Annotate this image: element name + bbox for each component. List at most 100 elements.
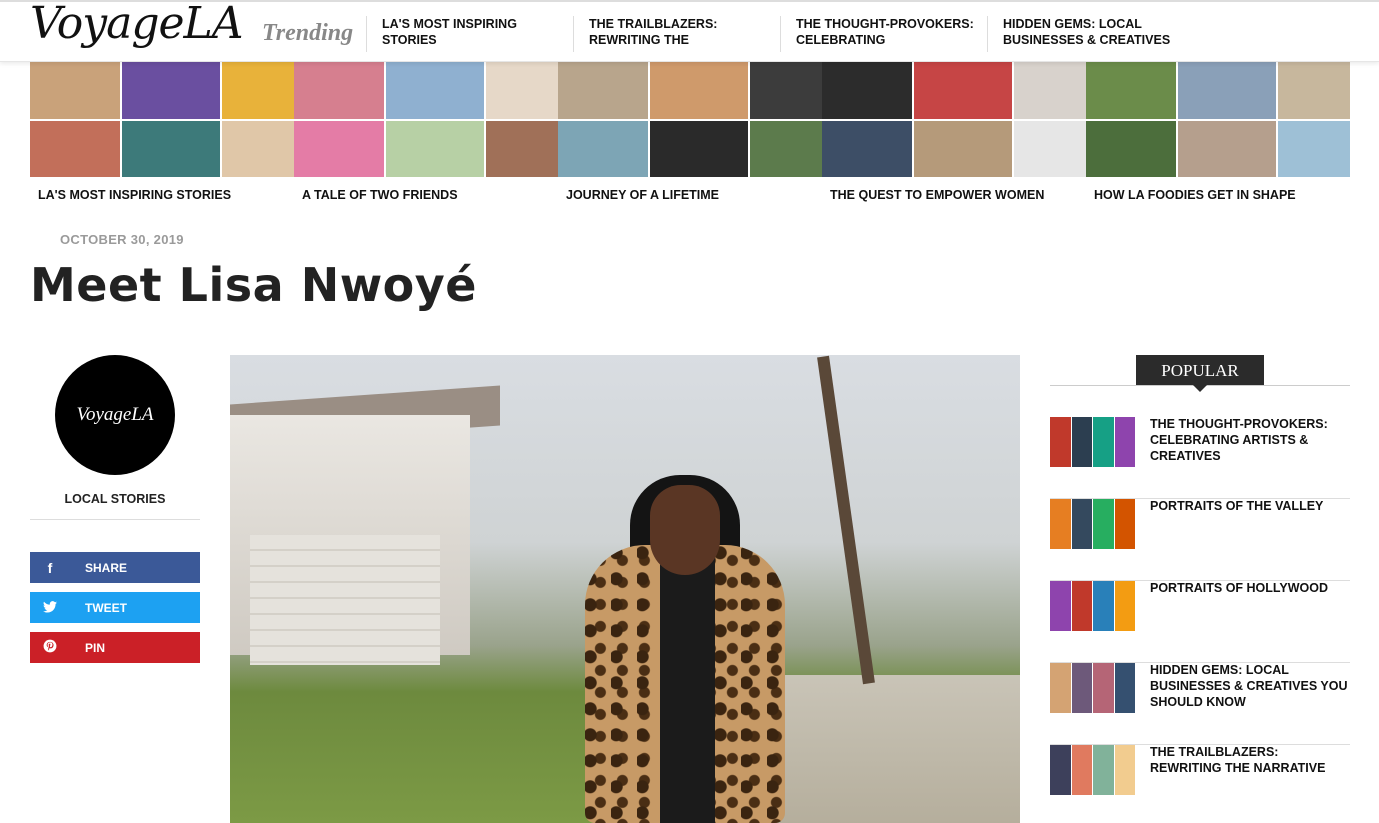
feature-title[interactable]: THE QUEST TO EMPOWER WOMEN bbox=[830, 188, 1044, 202]
popular-thumbnail[interactable] bbox=[1050, 745, 1135, 795]
collage-tile bbox=[121, 62, 221, 119]
thumbnail-tile bbox=[1050, 417, 1071, 467]
popular-item-title[interactable]: THE TRAILBLAZERS: REWRITING THE NARRATIV… bbox=[1150, 744, 1350, 776]
collage-tile bbox=[486, 62, 558, 119]
trending-label: Trending bbox=[262, 20, 354, 46]
feature-image[interactable] bbox=[30, 62, 294, 177]
popular-item-title[interactable]: PORTRAITS OF THE VALLEY bbox=[1150, 498, 1350, 514]
collage-tile bbox=[750, 62, 822, 119]
article-title: Meet Lisa Nwoyé bbox=[30, 258, 477, 312]
article-hero-photo bbox=[230, 355, 1020, 823]
thumbnail-tile bbox=[1114, 499, 1135, 549]
feature-title[interactable]: JOURNEY OF A LIFETIME bbox=[566, 188, 719, 202]
author-avatar[interactable]: VoyageLA bbox=[55, 355, 175, 475]
share-label: TWEET bbox=[85, 600, 127, 615]
feature-title[interactable]: LA'S MOST INSPIRING STORIES bbox=[38, 188, 231, 202]
popular-item-title[interactable]: HIDDEN GEMS: LOCAL BUSINESSES & CREATIVE… bbox=[1150, 662, 1350, 710]
popular-thumbnail[interactable] bbox=[1050, 581, 1135, 631]
feature-title[interactable]: HOW LA FOODIES GET IN SHAPE bbox=[1094, 188, 1296, 202]
thumbnail-tile bbox=[1050, 581, 1071, 631]
thumbnail-tile bbox=[1114, 663, 1135, 713]
article-date: OCTOBER 30, 2019 bbox=[60, 232, 184, 247]
share-twitter-button[interactable]: TWEET bbox=[30, 592, 200, 623]
popular-item-title[interactable]: THE THOUGHT-PROVOKERS: CELEBRATING ARTIS… bbox=[1150, 416, 1350, 464]
collage-tile bbox=[1014, 120, 1086, 177]
thumbnail-tile bbox=[1093, 417, 1114, 467]
popular-item-title[interactable]: PORTRAITS OF HOLLYWOOD bbox=[1150, 580, 1350, 596]
collage-tile bbox=[121, 120, 221, 177]
feature-card[interactable]: THE QUEST TO EMPOWER WOMEN bbox=[822, 62, 1086, 212]
collage-tile bbox=[30, 120, 120, 177]
thumbnail-tile bbox=[1093, 581, 1114, 631]
category-label[interactable]: LOCAL STORIES bbox=[30, 492, 200, 506]
collage-tile bbox=[486, 120, 558, 177]
thumbnail-tile bbox=[1071, 663, 1092, 713]
facebook-icon: f bbox=[47, 559, 53, 576]
collage-tile bbox=[558, 62, 648, 119]
popular-thumbnail[interactable] bbox=[1050, 663, 1135, 713]
black-shirt bbox=[660, 550, 715, 823]
pinterest-icon bbox=[30, 639, 70, 656]
thumbnail-tile bbox=[1050, 663, 1071, 713]
collage-tile bbox=[649, 120, 749, 177]
garage-door bbox=[250, 535, 440, 665]
collage-tile bbox=[385, 120, 485, 177]
thumbnail-tile bbox=[1093, 663, 1114, 713]
popular-thumbnail[interactable] bbox=[1050, 417, 1135, 467]
collage-tile bbox=[822, 62, 912, 119]
feature-card[interactable]: HOW LA FOODIES GET IN SHAPE bbox=[1086, 62, 1350, 212]
popular-heading: POPULAR bbox=[1136, 355, 1264, 392]
feature-card[interactable]: LA'S MOST INSPIRING STORIES bbox=[30, 62, 294, 212]
house-garage bbox=[230, 415, 470, 665]
feature-image[interactable] bbox=[1086, 62, 1350, 177]
collage-tile bbox=[1086, 62, 1176, 119]
popular-item[interactable]: THE TRAILBLAZERS: REWRITING THE NARRATIV… bbox=[1050, 745, 1350, 823]
collage-tile bbox=[222, 120, 294, 177]
thumbnail-tile bbox=[1114, 745, 1135, 795]
collage-tile bbox=[913, 120, 1013, 177]
trending-links: LA'S MOST INSPIRING STORIES THE TRAILBLA… bbox=[366, 16, 1194, 52]
thumbnail-tile bbox=[1071, 745, 1092, 795]
feature-image[interactable] bbox=[294, 62, 558, 177]
popular-item[interactable]: PORTRAITS OF THE VALLEY bbox=[1050, 499, 1350, 581]
trending-link[interactable]: LA'S MOST INSPIRING STORIES bbox=[366, 16, 573, 52]
trending-link[interactable]: THE TRAILBLAZERS: REWRITING THE bbox=[573, 16, 780, 52]
collage-tile bbox=[385, 62, 485, 119]
popular-item[interactable]: PORTRAITS OF HOLLYWOOD bbox=[1050, 581, 1350, 663]
collage-tile bbox=[750, 120, 822, 177]
collage-tile bbox=[1177, 62, 1277, 119]
thumbnail-tile bbox=[1050, 499, 1071, 549]
thumbnail-tile bbox=[1071, 581, 1092, 631]
portrait-subject bbox=[585, 475, 785, 823]
collage-tile bbox=[1177, 120, 1277, 177]
collage-tile bbox=[294, 120, 384, 177]
share-label: PIN bbox=[85, 640, 106, 655]
thumbnail-tile bbox=[1050, 745, 1071, 795]
feature-card[interactable]: JOURNEY OF A LIFETIME bbox=[558, 62, 822, 212]
thumbnail-tile bbox=[1093, 745, 1114, 795]
share-facebook-button[interactable]: f SHARE bbox=[30, 552, 200, 583]
avatar-logo-text: VoyageLA bbox=[76, 404, 154, 425]
thumbnail-tile bbox=[1114, 417, 1135, 467]
thumbnail-tile bbox=[1114, 581, 1135, 631]
thumbnail-tile bbox=[1071, 499, 1092, 549]
feature-title[interactable]: A TALE OF TWO FRIENDS bbox=[302, 188, 458, 202]
site-logo[interactable]: VoyageLA bbox=[30, 2, 244, 46]
feature-card[interactable]: A TALE OF TWO FRIENDS bbox=[294, 62, 558, 212]
popular-item[interactable]: THE THOUGHT-PROVOKERS: CELEBRATING ARTIS… bbox=[1050, 417, 1350, 499]
collage-tile bbox=[1086, 120, 1176, 177]
trending-link[interactable]: HIDDEN GEMS: LOCAL BUSINESSES & CREATIVE… bbox=[987, 16, 1194, 52]
collage-tile bbox=[30, 62, 120, 119]
popular-item[interactable]: HIDDEN GEMS: LOCAL BUSINESSES & CREATIVE… bbox=[1050, 663, 1350, 745]
feature-image[interactable] bbox=[558, 62, 822, 177]
tree-trunk bbox=[817, 355, 875, 685]
popular-thumbnail[interactable] bbox=[1050, 499, 1135, 549]
share-pinterest-button[interactable]: PIN bbox=[30, 632, 200, 663]
feature-image[interactable] bbox=[822, 62, 1086, 177]
trending-link[interactable]: THE THOUGHT-PROVOKERS: CELEBRATING bbox=[780, 16, 987, 52]
collage-tile bbox=[1278, 120, 1350, 177]
feature-strip: LA'S MOST INSPIRING STORIES A TALE OF TW… bbox=[30, 62, 1350, 212]
collage-tile bbox=[649, 62, 749, 119]
subject-face bbox=[650, 485, 720, 575]
collage-tile bbox=[222, 62, 294, 119]
